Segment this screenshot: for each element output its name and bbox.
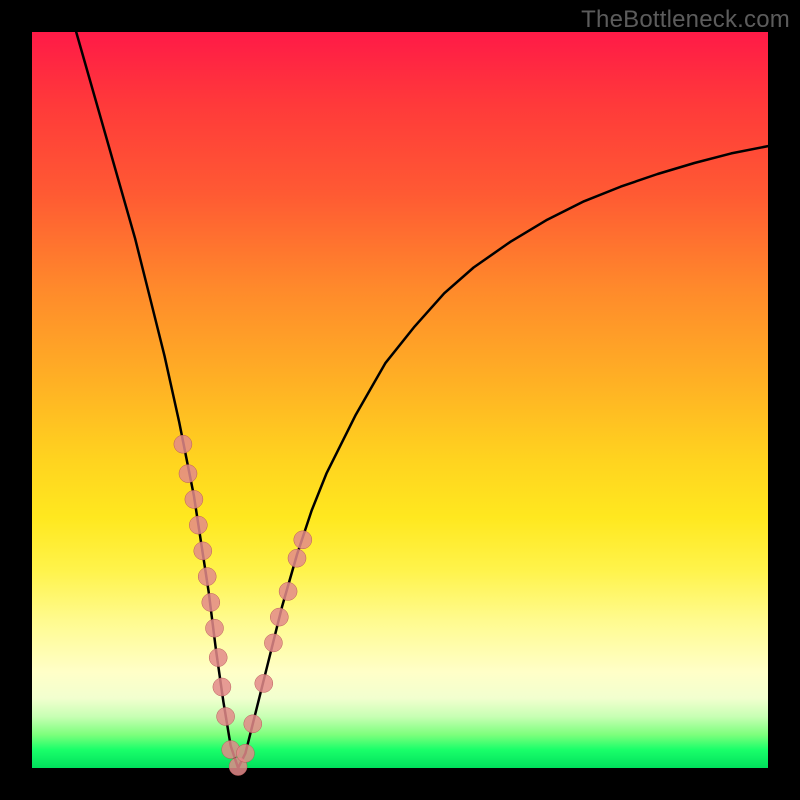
data-point	[179, 465, 197, 483]
highlighted-points	[174, 435, 312, 775]
data-point	[217, 708, 235, 726]
data-point	[236, 744, 254, 762]
data-point	[270, 608, 288, 626]
data-point	[244, 715, 262, 733]
data-point	[279, 582, 297, 600]
data-point	[294, 531, 312, 549]
data-point	[264, 634, 282, 652]
data-point	[198, 568, 216, 586]
chart-frame: TheBottleneck.com	[0, 0, 800, 800]
data-point	[213, 678, 231, 696]
data-point	[255, 674, 273, 692]
watermark-text: TheBottleneck.com	[581, 6, 790, 34]
curve-layer	[32, 32, 768, 768]
bottleneck-curve	[76, 32, 768, 768]
data-point	[202, 593, 220, 611]
data-point	[288, 549, 306, 567]
data-point	[189, 516, 207, 534]
data-point	[209, 649, 227, 667]
plot-area	[32, 32, 768, 768]
data-point	[206, 619, 224, 637]
data-point	[185, 490, 203, 508]
data-point	[174, 435, 192, 453]
data-point	[194, 542, 212, 560]
